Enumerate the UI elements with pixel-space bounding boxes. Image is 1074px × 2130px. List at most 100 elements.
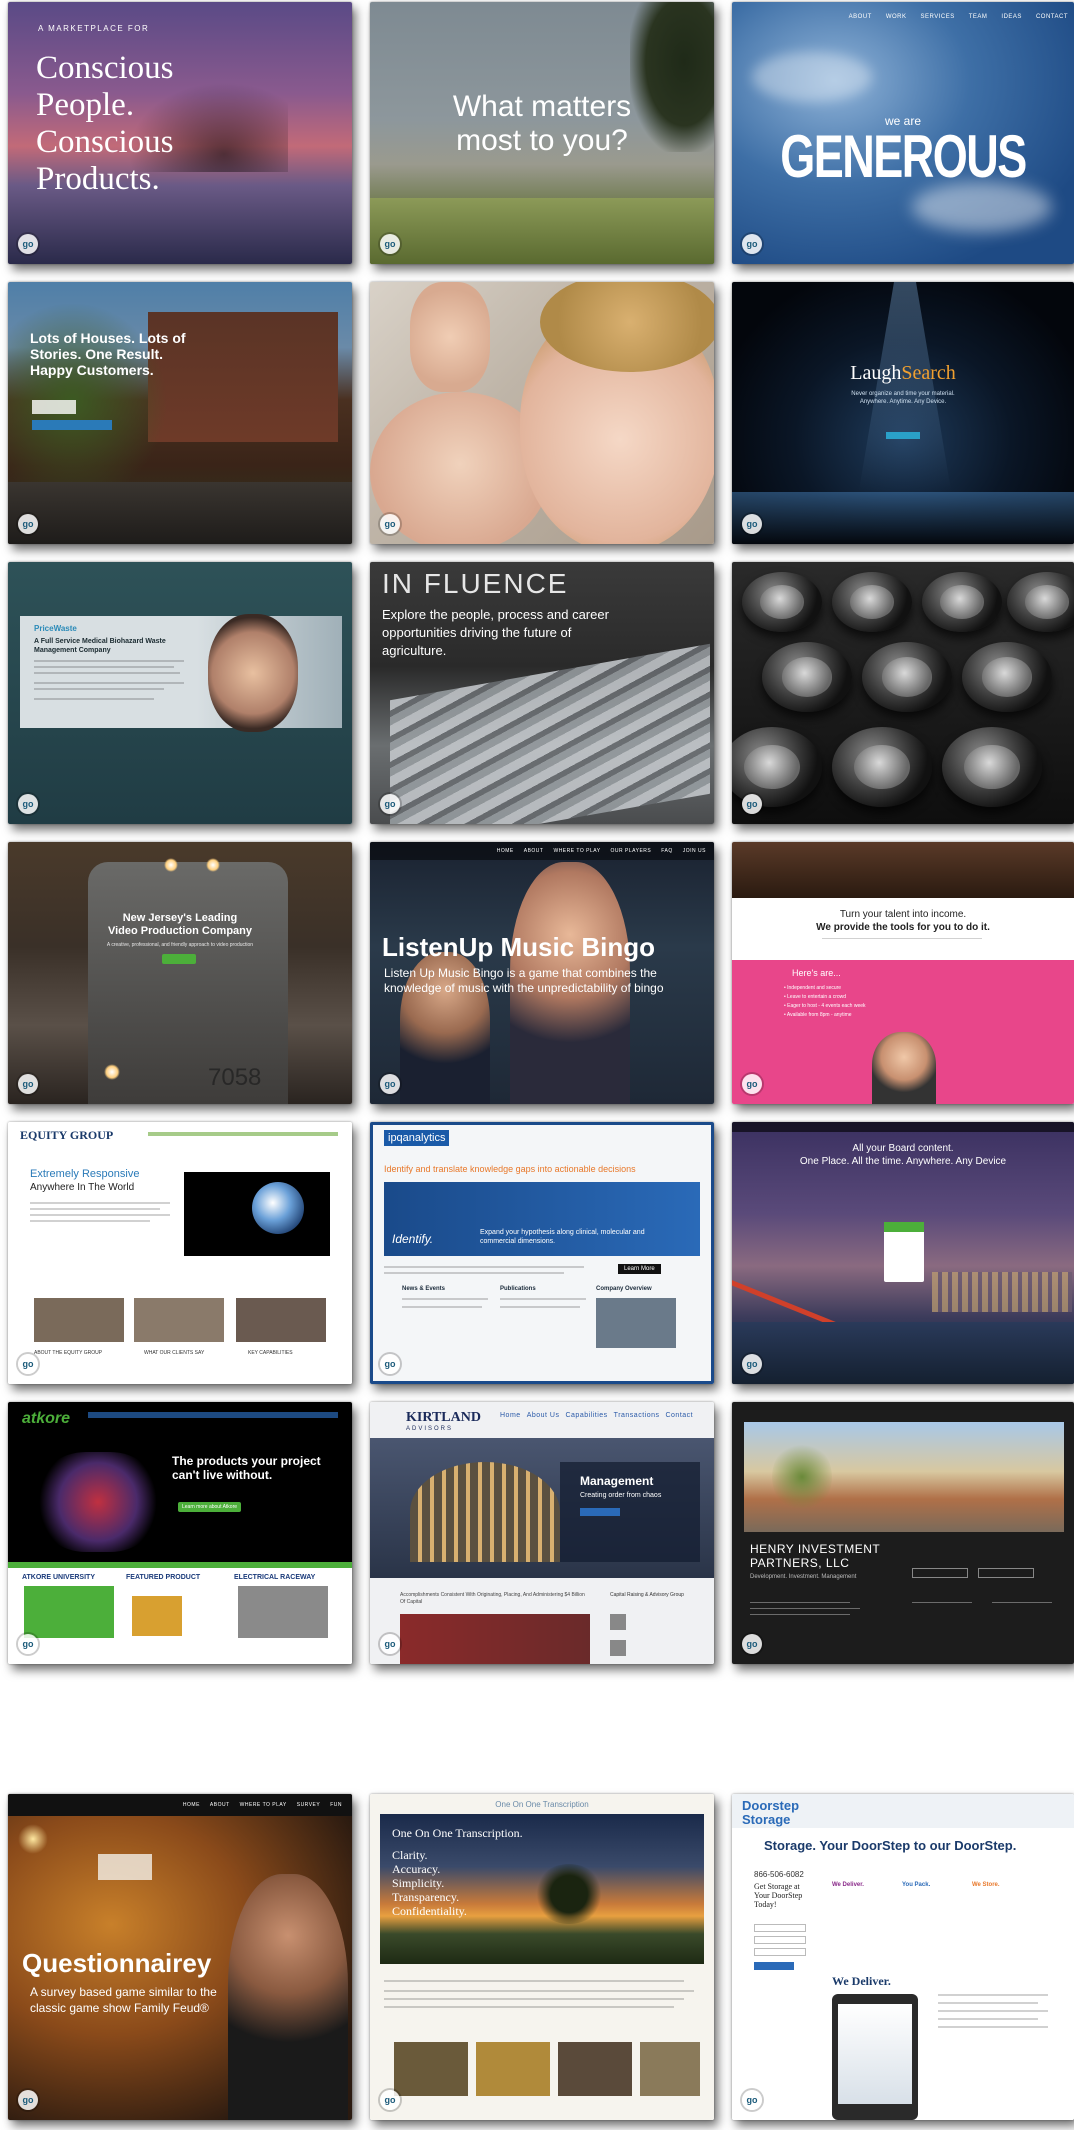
headline-line: most to you? <box>456 124 628 157</box>
nav-item[interactable]: WHERE TO PLAY <box>553 848 600 854</box>
body: Explore the people, process and career o… <box>382 607 609 658</box>
headline: Questionnairey <box>22 1948 212 1978</box>
brand: atkore <box>22 1410 71 1427</box>
headline-line: What matters <box>452 90 632 123</box>
action-button[interactable] <box>912 1568 968 1578</box>
nav-item[interactable]: FUN <box>330 1802 342 1808</box>
form-field[interactable] <box>754 1948 806 1956</box>
tile-atkore[interactable]: atkore The products your project can't l… <box>8 1402 352 1664</box>
nav-item[interactable]: ABOUT <box>524 848 544 854</box>
tile-ipq-analytics[interactable]: ipqanalytics Identify and translate know… <box>370 1122 714 1384</box>
nav-item[interactable]: HOME <box>497 848 514 854</box>
hero-list-item: Confidentiality. <box>392 1904 467 1918</box>
tile-influence[interactable]: IN FLUENCE Explore the people, process a… <box>370 562 714 824</box>
tile-nj-video[interactable]: New Jersey's Leading Video Production Co… <box>8 842 352 1104</box>
nav-item[interactable]: FAQ <box>661 848 673 854</box>
tile-children-photo[interactable]: go <box>370 282 714 544</box>
typewriter-key-icon <box>832 727 932 807</box>
go-badge-icon: go <box>18 514 38 534</box>
box-subtitle: Creating order from chaos <box>580 1492 662 1499</box>
nav-item[interactable]: CONTACT <box>1036 14 1068 20</box>
learn-more-button[interactable]: Learn More <box>618 1264 661 1274</box>
tile-what-matters[interactable]: What matters most to you? go <box>370 2 714 264</box>
body: A survey based game similar to the class… <box>30 1985 217 2015</box>
nav-item[interactable]: TEAM <box>969 14 988 20</box>
nav-item[interactable]: IDEAS <box>1001 14 1022 20</box>
headline: Lots of Houses. Lots of Stories. One Res… <box>30 330 186 378</box>
caption: ABOUT THE EQUITY GROUP <box>34 1350 103 1356</box>
tile-listenup-bingo[interactable]: HOME ABOUT WHERE TO PLAY OUR PLAYERS FAQ… <box>370 842 714 1104</box>
headline: A Full Service Medical Biohazard Waste M… <box>34 638 166 654</box>
nav-item[interactable]: HOME <box>183 1802 200 1808</box>
form-field[interactable] <box>754 1924 806 1932</box>
list-item: • Available from 8pm - anytime <box>784 1012 852 1018</box>
section-title: We Deliver. <box>832 1974 891 1988</box>
hero-word: Identify. <box>392 1232 434 1246</box>
go-badge-icon: go <box>380 234 400 254</box>
go-badge-icon: go <box>18 1634 38 1654</box>
go-badge-icon: go <box>380 1074 400 1094</box>
nav-item[interactable]: Capabilities <box>565 1412 607 1419</box>
tile-talent-income[interactable]: Turn your talent into income. We provide… <box>732 842 1074 1104</box>
nav-item[interactable]: JOIN US <box>683 848 706 854</box>
nav-item[interactable]: About Us <box>527 1412 560 1419</box>
box-title: Management <box>580 1474 654 1488</box>
cta-button[interactable] <box>32 420 112 430</box>
headline-line: People. <box>36 87 135 123</box>
headline-line: Conscious <box>36 50 174 86</box>
cta-button[interactable] <box>162 954 196 964</box>
typewriter-key-icon <box>962 642 1052 712</box>
column-title: News & Events <box>402 1286 446 1292</box>
nav-item[interactable]: WORK <box>886 14 907 20</box>
nav-item[interactable]: Transactions <box>614 1412 660 1419</box>
tile-kirtland[interactable]: KIRTLAND ADVISORS Home About Us Capabili… <box>370 1402 714 1664</box>
action-button[interactable] <box>978 1568 1034 1578</box>
tile-equity-group[interactable]: EQUITY GROUP Extremely Responsive Anywhe… <box>8 1122 352 1384</box>
tile-doorstep-storage[interactable]: Doorstep Storage Storage. Your DoorStep … <box>732 1794 1074 2120</box>
subline: A creative, professional, and friendly a… <box>106 942 254 948</box>
tile-laughsearch[interactable]: LaughSearch Never organize and time your… <box>732 282 1074 544</box>
hero-list-item: Transparency. <box>392 1890 460 1904</box>
go-badge-icon: go <box>742 1354 762 1374</box>
nav-item[interactable]: WHERE TO PLAY <box>240 1802 287 1808</box>
nav-item[interactable]: OUR PLAYERS <box>611 848 652 854</box>
hero-title: One On One Transcription. <box>392 1826 523 1840</box>
list-item: • Eager to host - 4 events each week <box>784 1003 866 1009</box>
caption: WHAT OUR CLIENTS SAY <box>144 1350 205 1356</box>
tile-generous[interactable]: ABOUT WORK SERVICES TEAM IDEAS CONTACT w… <box>732 2 1074 264</box>
body: Listen Up Music Bingo is a game that com… <box>384 966 664 995</box>
tile-typewriter[interactable]: go <box>732 562 1074 824</box>
read-more-button[interactable] <box>580 1508 620 1516</box>
tile-questionnairey[interactable]: HOME ABOUT WHERE TO PLAY SURVEY FUN Ques… <box>8 1794 352 2120</box>
nav-item[interactable]: SERVICES <box>921 14 955 20</box>
go-badge-icon: go <box>18 1074 38 1094</box>
nav-item[interactable]: ABOUT <box>849 14 872 20</box>
subline: Never organize and time your material. <box>851 391 955 397</box>
go-badge-icon: go <box>742 2090 762 2110</box>
form-field[interactable] <box>754 1936 806 1944</box>
tile-henry-investment[interactable]: HENRY INVESTMENT PARTNERS, LLC Developme… <box>732 1402 1074 1664</box>
headline-line: All your Board content. <box>852 1143 954 1154</box>
cta-button[interactable] <box>886 432 920 439</box>
lead: Get Storage at Your DoorStep Today! <box>754 1882 803 1909</box>
headline-line: New Jersey's Leading <box>122 912 238 924</box>
nav-item[interactable]: ABOUT <box>210 1802 230 1808</box>
go-badge-icon: go <box>742 1074 762 1094</box>
top-title: One On One Transcription <box>495 1800 589 1809</box>
form-submit-button[interactable] <box>754 1962 794 1970</box>
go-badge-icon: go <box>380 514 400 534</box>
tile-one-on-one[interactable]: One On One Transcription One On One Tran… <box>370 1794 714 2120</box>
phone: 866-506-6082 <box>754 1870 804 1879</box>
nav-item[interactable]: Contact <box>665 1412 693 1419</box>
headline-line: Turn your talent into income. <box>839 909 967 920</box>
list-item: • Leave to entertain a crowd <box>784 994 847 1000</box>
tile-houses[interactable]: Lots of Houses. Lots of Stories. One Res… <box>8 282 352 544</box>
tile-conscious-marketplace[interactable]: A MARKETPLACE FOR Conscious People. Cons… <box>8 2 352 264</box>
list-title: Here's are... <box>792 968 841 978</box>
brand: KIRTLAND <box>406 1410 481 1425</box>
cta-button[interactable]: Learn more about Atkore <box>178 1502 242 1512</box>
tile-board-content[interactable]: All your Board content. One Place. All t… <box>732 1122 1074 1384</box>
nav-item[interactable]: SURVEY <box>297 1802 320 1808</box>
nav-item[interactable]: Home <box>500 1412 521 1419</box>
tile-pricewaste[interactable]: PriceWaste A Full Service Medical Biohaz… <box>8 562 352 824</box>
